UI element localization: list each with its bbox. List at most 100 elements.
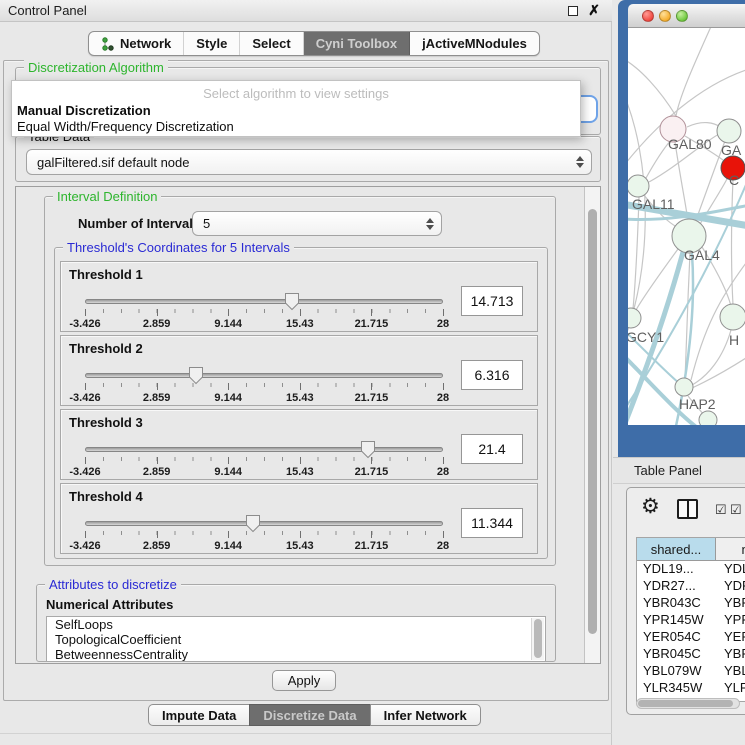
cell: YBL079W — [637, 663, 716, 680]
cell: YBR0 — [716, 646, 745, 663]
screen: Control Panel ✗ Network Style Select Cyn… — [0, 0, 745, 745]
node-ga[interactable] — [717, 119, 741, 143]
split-view-icon[interactable] — [677, 499, 698, 519]
tab-discretize-data[interactable]: Discretize Data — [249, 704, 369, 726]
numerical-attributes-list: SelfLoops TopologicalCoefficient Between… — [46, 616, 546, 662]
threshold-3-box: Threshold 3 -3.426 2.859 9.144 15.43 21.… — [60, 409, 538, 480]
column-header-name[interactable]: na — [716, 538, 745, 560]
tab-network-label: Network — [120, 36, 171, 51]
slider-track[interactable] — [85, 521, 443, 526]
table-data-combobox-value: galFiltered.sif default node — [37, 155, 189, 170]
list-item-betweennesscentrality[interactable]: BetweennessCentrality — [47, 647, 545, 662]
threshold-2-slider[interactable]: -3.426 2.859 9.144 15.43 21.715 28 — [85, 369, 443, 403]
tick-label: -3.426 — [69, 466, 100, 478]
network-graph: GAL80 GA C GAL11 GAL4 GCY1 H HAP2 — [628, 28, 745, 425]
algorithm-dropdown-popup: Select algorithm to view settings Manual… — [11, 80, 581, 137]
scrollbar-thumb[interactable] — [638, 700, 733, 707]
numerical-attributes-label: Numerical Attributes — [46, 597, 173, 612]
node-gal11[interactable] — [628, 175, 649, 197]
tab-style-label: Style — [196, 36, 227, 51]
gear-icon[interactable]: ⚙ — [641, 494, 660, 519]
node-hap2[interactable] — [675, 378, 693, 396]
attributes-group-title: Attributes to discretize — [45, 577, 181, 592]
threshold-1-box: Threshold 1 -3.426 2.859 9.144 15.43 21.… — [60, 261, 538, 332]
tick-label: 9.144 — [214, 466, 242, 478]
network-canvas[interactable]: GAL80 GA C GAL11 GAL4 GCY1 H HAP2 — [628, 28, 745, 425]
tick-label: 9.144 — [214, 540, 242, 552]
tab-network[interactable]: Network — [89, 32, 184, 55]
tick-label: 2.859 — [143, 318, 171, 330]
tab-style[interactable]: Style — [184, 32, 240, 55]
cell: YDR27... — [637, 578, 716, 595]
tab-select[interactable]: Select — [240, 32, 303, 55]
checkbox-icon[interactable]: ☑ — [715, 502, 727, 518]
minimize-traffic-light-icon[interactable] — [659, 10, 671, 22]
cell: YBL0 — [716, 663, 745, 680]
scrollbar-thumb[interactable] — [534, 619, 542, 658]
tab-cyni-toolbox[interactable]: Cyni Toolbox — [304, 32, 410, 55]
slider-track[interactable] — [85, 447, 443, 452]
node-partial[interactable] — [699, 411, 717, 425]
control-panel-title: Control Panel — [8, 3, 87, 18]
table-header-row: shared... na — [637, 538, 745, 561]
node-h[interactable] — [720, 304, 745, 330]
bottom-divider — [0, 733, 612, 734]
close-traffic-light-icon[interactable] — [642, 10, 654, 22]
threshold-3-slider[interactable]: -3.426 2.859 9.144 15.43 21.715 28 — [85, 443, 443, 477]
cell: YBR045C — [637, 646, 716, 663]
close-icon[interactable]: ✗ — [588, 2, 600, 19]
tick-label: 2.859 — [143, 392, 171, 404]
threshold-1-value-field[interactable]: 14.713 — [461, 286, 523, 316]
table-row[interactable]: YBR043CYBR0 — [637, 595, 745, 612]
apply-button[interactable]: Apply — [272, 670, 336, 691]
checkbox-icon[interactable]: ☑ — [730, 502, 742, 518]
tick-label: -3.426 — [69, 540, 100, 552]
tick-label: 28 — [437, 318, 449, 330]
zoom-traffic-light-icon[interactable] — [676, 10, 688, 22]
table-data-combobox[interactable]: galFiltered.sif default node — [26, 149, 592, 175]
table-row[interactable]: YDL19...YDL1 — [637, 561, 745, 578]
number-of-intervals-combobox[interactable]: 5 — [192, 211, 442, 236]
tab-impute-data[interactable]: Impute Data — [148, 704, 249, 726]
list-item-selfloops[interactable]: SelfLoops — [47, 617, 545, 632]
threshold-4-value-field[interactable]: 11.344 — [461, 508, 523, 538]
tick-label: 28 — [437, 392, 449, 404]
cell: YER0 — [716, 629, 745, 646]
table-row[interactable]: YER054CYER0 — [637, 629, 745, 646]
list-item-topologicalcoefficient[interactable]: TopologicalCoefficient — [47, 632, 545, 647]
table-horizontal-scrollbar[interactable] — [636, 698, 740, 709]
slider-ticks — [85, 383, 443, 389]
table-row[interactable]: YPR145WYPR1 — [637, 612, 745, 629]
slider-ticks — [85, 457, 443, 463]
table-row[interactable]: YLR345WYLR3 — [637, 680, 745, 697]
threshold-3-value-field[interactable]: 21.4 — [461, 434, 523, 464]
scrollbar-thumb[interactable] — [588, 209, 597, 634]
slider-track[interactable] — [85, 299, 443, 304]
node-gcy1[interactable] — [628, 308, 641, 328]
option-manual-discretization[interactable]: Manual Discretization — [17, 103, 151, 118]
table-row[interactable]: YBR045CYBR0 — [637, 646, 745, 663]
cell: YBR043C — [637, 595, 716, 612]
node-label: GAL11 — [632, 196, 675, 212]
tick-label: 2.859 — [143, 540, 171, 552]
float-window-icon[interactable] — [568, 6, 578, 16]
tick-label: 15.43 — [286, 540, 314, 552]
tab-infer-network[interactable]: Infer Network — [370, 704, 481, 726]
tick-label: 21.715 — [355, 392, 389, 404]
threshold-1-slider[interactable]: -3.426 2.859 9.144 15.43 21.715 28 — [85, 295, 443, 329]
list-vertical-scrollbar[interactable] — [531, 618, 544, 660]
settings-vertical-scrollbar[interactable] — [584, 187, 600, 663]
cell: YBR0 — [716, 595, 745, 612]
table-row[interactable]: YDR27...YDR2 — [637, 578, 745, 595]
tick-label: 2.859 — [143, 466, 171, 478]
option-equal-width-frequency[interactable]: Equal Width/Frequency Discretization — [17, 119, 234, 134]
table-panel-titlebar: Table Panel — [613, 457, 745, 484]
threshold-2-value-field[interactable]: 6.316 — [461, 360, 523, 390]
column-header-shared-name[interactable]: shared... — [637, 538, 716, 560]
threshold-4-slider[interactable]: -3.426 2.859 9.144 15.43 21.715 28 — [85, 517, 443, 551]
tab-jactivemnodules[interactable]: jActiveMNodules — [410, 32, 539, 55]
table-row[interactable]: YBL079WYBL0 — [637, 663, 745, 680]
threshold-4-box: Threshold 4 -3.426 2.859 9.144 15.43 21.… — [60, 483, 538, 554]
tick-label: 21.715 — [355, 540, 389, 552]
slider-track[interactable] — [85, 373, 443, 378]
